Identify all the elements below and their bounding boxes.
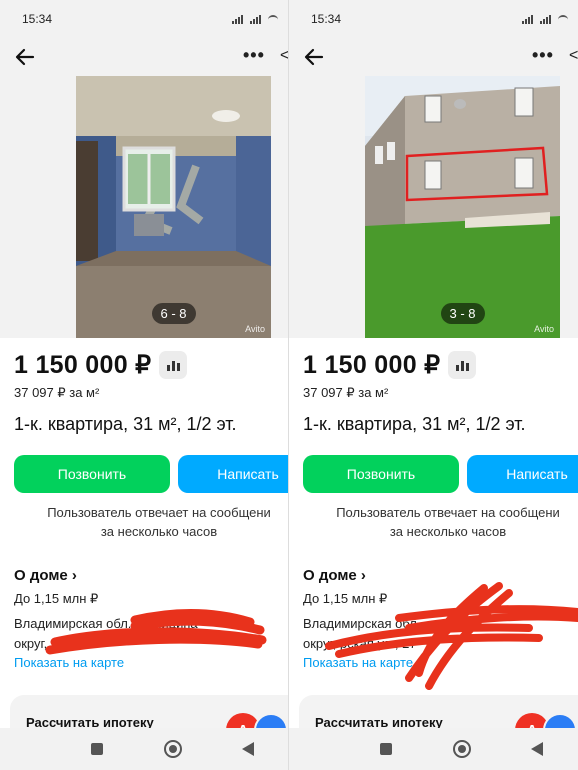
show-on-map-link[interactable]: Показать на карте — [14, 655, 124, 670]
nav-home-icon[interactable] — [453, 740, 471, 758]
address-line2: округ, Пол , 7 — [14, 636, 93, 651]
status-bar: 15:34 — [289, 0, 578, 38]
show-on-map-link[interactable]: Показать на карте — [303, 655, 413, 670]
share-icon[interactable]: < — [280, 47, 288, 65]
signal-icon — [522, 14, 536, 24]
signal-icon — [540, 14, 554, 24]
price: 1 150 000 ₽ — [14, 351, 152, 379]
reply-time-note: Пользователь отвечает на сообщени за нес… — [303, 503, 578, 541]
status-time: 15:34 — [22, 12, 53, 26]
reply-note-line1: Пользователь отвечает на сообщени — [47, 505, 271, 520]
signal-icon — [250, 14, 264, 24]
more-icon[interactable]: ••• — [532, 46, 554, 64]
signal-icon — [232, 14, 246, 24]
price-range-label: До 1,15 млн ₽ — [303, 591, 388, 606]
top-bar: ••• < — [289, 38, 578, 76]
photo-gallery[interactable]: 3 - 8 Avito — [289, 76, 578, 338]
avito-watermark: Avito — [245, 324, 265, 334]
back-arrow-icon[interactable] — [12, 44, 38, 70]
write-button[interactable]: Написать — [178, 455, 288, 493]
stats-icon[interactable] — [448, 351, 477, 379]
photo-counter: 3 - 8 — [440, 303, 485, 324]
status-time: 15:34 — [311, 12, 342, 26]
listing-screen-right: 15:34 ••• < 3 - 8 Avito 1 150 000 ₽ 37 0… — [289, 0, 578, 770]
address-line1: Владимирская обл. — [303, 616, 421, 631]
status-icons — [232, 14, 278, 24]
address: Владимирская обл., муниципа округ, Пол ,… — [14, 614, 198, 654]
wifi-icon — [558, 14, 568, 24]
price: 1 150 000 ₽ — [303, 351, 441, 379]
back-arrow-icon[interactable] — [301, 44, 327, 70]
price-range-label: До 1,15 млн ₽ — [14, 591, 99, 606]
stats-icon[interactable] — [159, 351, 188, 379]
reply-note-line1: Пользователь отвечает на сообщени — [336, 505, 560, 520]
nav-back-icon[interactable] — [531, 742, 543, 756]
call-button[interactable]: Позвонить — [14, 455, 170, 493]
status-bar: 15:34 — [0, 0, 288, 38]
address-line2: округ, рская ул., 27 — [303, 636, 417, 651]
reply-note-line2: за несколько часов — [100, 524, 218, 539]
reply-note-line2: за несколько часов — [389, 524, 507, 539]
avito-watermark: Avito — [534, 324, 554, 334]
more-icon[interactable]: ••• — [243, 46, 265, 64]
call-button[interactable]: Позвонить — [303, 455, 459, 493]
android-nav-bar — [0, 728, 288, 770]
price-per-m2: 37 097 ₽ за м² — [14, 385, 100, 400]
photo-counter: 6 - 8 — [151, 303, 196, 324]
price-row: 1 150 000 ₽ — [14, 350, 188, 380]
android-nav-bar — [289, 728, 578, 770]
top-bar: ••• < — [0, 38, 288, 76]
address-line1: Владимирская обл., муниципа — [14, 616, 198, 631]
share-icon[interactable]: < — [569, 47, 578, 65]
nav-recent-icon[interactable] — [91, 743, 103, 755]
status-icons — [522, 14, 568, 24]
write-button[interactable]: Написать — [467, 455, 578, 493]
listing-photo[interactable]: 3 - 8 Avito — [365, 76, 560, 338]
price-row: 1 150 000 ₽ — [303, 350, 477, 380]
nav-recent-icon[interactable] — [380, 743, 392, 755]
reply-time-note: Пользователь отвечает на сообщени за нес… — [14, 503, 288, 541]
address: Владимирская обл. округ, рская ул., 27 — [303, 614, 420, 654]
price-per-m2: 37 097 ₽ за м² — [303, 385, 389, 400]
listing-photo[interactable]: 6 - 8 Avito — [76, 76, 271, 338]
listing-title: 1-к. квартира, 31 м², 1/2 эт. — [14, 414, 237, 434]
about-house-link[interactable]: О доме › — [303, 567, 366, 584]
wifi-icon — [268, 14, 278, 24]
photo-gallery[interactable]: 6 - 8 Avito — [0, 76, 288, 338]
about-house-link[interactable]: О доме › — [14, 567, 77, 584]
nav-home-icon[interactable] — [164, 740, 182, 758]
nav-back-icon[interactable] — [242, 742, 254, 756]
listing-title: 1-к. квартира, 31 м², 1/2 эт. — [303, 414, 526, 434]
listing-screen-left: 15:34 ••• < 6 - 8 Avito 1 150 000 ₽ 37 0… — [0, 0, 289, 770]
